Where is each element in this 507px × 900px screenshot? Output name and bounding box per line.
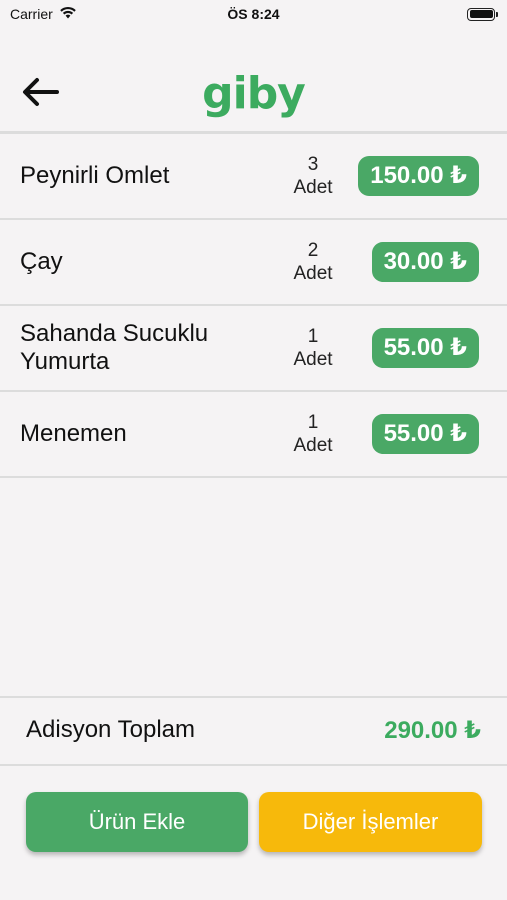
other-actions-button[interactable]: Diğer İşlemler bbox=[259, 792, 482, 852]
total-label: Adisyon Toplam bbox=[26, 716, 195, 743]
quantity-value: 1 bbox=[307, 326, 319, 347]
list-item[interactable]: Menemen 1 Adet 55.00 ₺ bbox=[0, 392, 507, 478]
price-badge: 150.00 ₺ bbox=[358, 156, 479, 196]
quantity-unit: Adet bbox=[293, 349, 333, 370]
item-quantity: 3 Adet bbox=[272, 153, 354, 199]
total-row: Adisyon Toplam 290.00 ₺ bbox=[0, 698, 507, 764]
battery-level bbox=[469, 10, 493, 18]
order-list: Peynirli Omlet 3 Adet 150.00 ₺ Çay 2 Ade… bbox=[0, 134, 507, 478]
carrier-label: Carrier bbox=[10, 6, 53, 22]
app-screen: Carrier ÖS 8:24 giby Peynirli Omlet 3 Ad… bbox=[0, 0, 507, 900]
battery-icon bbox=[467, 7, 498, 21]
quantity-value: 1 bbox=[307, 412, 319, 433]
list-item[interactable]: Sahanda Sucuklu Yumurta 1 Adet 55.00 ₺ bbox=[0, 306, 507, 392]
header: giby bbox=[0, 56, 507, 132]
add-product-button[interactable]: Ürün Ekle bbox=[26, 792, 248, 852]
quantity-value: 3 bbox=[307, 154, 319, 175]
list-item[interactable]: Çay 2 Adet 30.00 ₺ bbox=[0, 220, 507, 306]
quantity-unit: Adet bbox=[293, 435, 333, 456]
item-name: Sahanda Sucuklu Yumurta bbox=[20, 320, 209, 375]
item-name: Menemen bbox=[20, 420, 127, 447]
status-left: Carrier bbox=[10, 6, 77, 22]
quantity-unit: Adet bbox=[293, 263, 333, 284]
app-logo: giby bbox=[202, 68, 306, 119]
item-quantity: 1 Adet bbox=[272, 411, 354, 457]
list-item[interactable]: Peynirli Omlet 3 Adet 150.00 ₺ bbox=[0, 134, 507, 220]
item-name: Çay bbox=[20, 248, 63, 275]
wifi-icon bbox=[59, 6, 77, 22]
item-quantity: 1 Adet bbox=[272, 325, 354, 371]
item-quantity: 2 Adet bbox=[272, 239, 354, 285]
quantity-unit: Adet bbox=[293, 177, 333, 198]
item-name: Peynirli Omlet bbox=[20, 162, 170, 189]
total-divider-bottom bbox=[0, 764, 507, 766]
price-badge: 55.00 ₺ bbox=[371, 328, 479, 368]
price-badge: 30.00 ₺ bbox=[371, 242, 479, 282]
status-bar: Carrier ÖS 8:24 bbox=[0, 0, 507, 28]
quantity-value: 2 bbox=[307, 240, 319, 261]
price-badge: 55.00 ₺ bbox=[371, 414, 479, 454]
total-value: 290.00 ₺ bbox=[384, 717, 481, 744]
